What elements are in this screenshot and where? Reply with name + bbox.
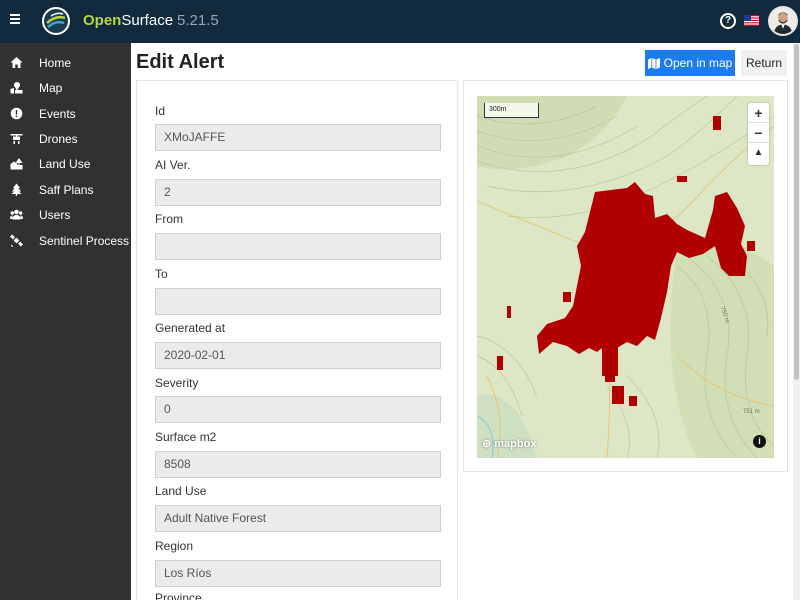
ai-version-label: AI Ver.	[155, 158, 191, 172]
return-button[interactable]: Return	[741, 50, 787, 76]
sidebar-item-label: Map	[39, 81, 63, 95]
id-label: Id	[155, 104, 166, 118]
region-field[interactable]: Los Ríos	[155, 560, 441, 587]
id-field[interactable]: XMoJAFFE	[155, 124, 441, 151]
sidebar-item-drones[interactable]: Drones	[0, 127, 131, 151]
sidebar-item-label: Users	[39, 208, 71, 222]
region-label: Region	[155, 539, 194, 553]
contour-label: 751 m	[743, 409, 760, 415]
satellite-icon	[10, 234, 23, 247]
alert-circle-icon	[10, 107, 23, 120]
map-icon	[10, 82, 23, 94]
sidebar-item-map[interactable]: Map	[0, 76, 131, 100]
home-icon	[10, 57, 23, 68]
zoom-out-button[interactable]: −	[748, 123, 769, 143]
province-label: Province	[155, 591, 202, 600]
menu-icon[interactable]	[10, 14, 20, 26]
sidebar-item-land-use[interactable]: Land Use	[0, 152, 131, 176]
info-icon[interactable]: i	[753, 435, 766, 448]
alert-map[interactable]	[477, 96, 774, 458]
sidebar-item-label: Saff Plans	[39, 183, 94, 197]
sidebar-item-events[interactable]: Events	[0, 102, 131, 126]
user-avatar[interactable]	[768, 6, 798, 36]
help-icon[interactable]: ?	[720, 13, 736, 29]
from-label: From	[155, 212, 183, 226]
sidebar: Home Map Events Drones Land Use Saff Pla…	[0, 43, 131, 600]
users-icon	[10, 209, 23, 220]
reset-north-button[interactable]: ▲	[748, 143, 769, 163]
mapbox-attribution: mapbox	[494, 438, 537, 450]
sidebar-item-users[interactable]: Users	[0, 203, 131, 227]
topographic-map	[477, 96, 774, 458]
map-zoom-controls: + − ▲	[748, 103, 769, 165]
tree-icon	[11, 183, 22, 196]
mapbox-logo[interactable]: ⊕ mapbox	[482, 437, 536, 450]
mapbox-mark-icon: ⊕	[482, 438, 492, 450]
page-title: Edit Alert	[136, 51, 225, 73]
sidebar-item-sentinel-process[interactable]: Sentinel Process	[0, 229, 131, 253]
surface-label: Surface m2	[155, 430, 217, 444]
sidebar-item-label: Sentinel Process	[39, 234, 130, 248]
to-field[interactable]	[155, 288, 441, 315]
land-use-label: Land Use	[155, 484, 207, 498]
sidebar-item-label: Drones	[39, 132, 78, 146]
surface-field[interactable]: 8508	[155, 451, 441, 478]
sidebar-item-label: Events	[39, 107, 76, 121]
from-field[interactable]	[155, 233, 441, 260]
severity-label: Severity	[155, 376, 199, 390]
top-bar: OpenSurface 5.21.5 ?	[0, 0, 800, 43]
zoom-in-button[interactable]: +	[748, 103, 769, 123]
to-label: To	[155, 267, 168, 281]
app-brand: OpenSurface 5.21.5	[83, 12, 219, 29]
ai-version-field[interactable]: 2	[155, 179, 441, 206]
open-in-map-button[interactable]: Open in map	[645, 50, 735, 76]
sidebar-item-saff-plans[interactable]: Saff Plans	[0, 178, 131, 202]
sidebar-item-label: Home	[39, 56, 72, 70]
land-use-field[interactable]: Adult Native Forest	[155, 505, 441, 532]
map-scale: 300m	[484, 103, 539, 118]
opensurface-logo	[42, 7, 70, 35]
sidebar-item-home[interactable]: Home	[0, 51, 131, 75]
sidebar-item-label: Land Use	[39, 157, 91, 171]
generated-at-label: Generated at	[155, 321, 226, 335]
scrollbar-thumb[interactable]	[794, 44, 799, 380]
us-flag-icon[interactable]	[744, 15, 759, 26]
severity-field[interactable]: 0	[155, 396, 441, 423]
generated-at-field[interactable]: 2020-02-01	[155, 342, 441, 369]
land-use-icon	[10, 158, 23, 170]
open-in-map-label: Open in map	[663, 56, 733, 70]
drone-icon	[10, 134, 23, 144]
map-icon	[647, 57, 660, 69]
